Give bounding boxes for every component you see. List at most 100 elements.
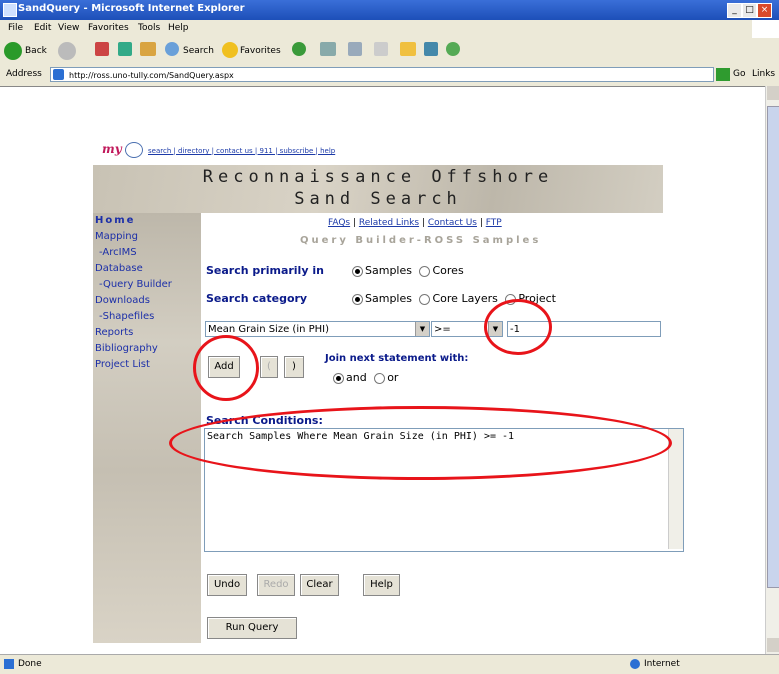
- maximize-button[interactable]: □: [742, 3, 757, 18]
- top-links: FAQs | Related Links | Contact Us | FTP: [328, 218, 502, 228]
- home-icon[interactable]: [140, 42, 156, 56]
- ie-icon: [3, 3, 17, 17]
- messenger-icon[interactable]: [424, 42, 438, 56]
- highlight-circle-value: [484, 299, 552, 355]
- operator-select-value: >=: [434, 324, 451, 335]
- search-primarily-options: Samples Cores: [352, 264, 464, 277]
- history-icon[interactable]: [292, 42, 306, 56]
- highlight-ellipse-conditions: [169, 406, 672, 480]
- nav-shapefiles[interactable]: -Shapefiles: [99, 311, 154, 322]
- nav-mapping[interactable]: Mapping: [95, 231, 138, 242]
- nav-downloads[interactable]: Downloads: [95, 295, 150, 306]
- radio-or-label: or: [387, 371, 399, 384]
- radio-samples-label: Samples: [365, 264, 412, 277]
- menu-view[interactable]: View: [58, 23, 79, 33]
- page-status-icon: [4, 659, 14, 669]
- open-paren-button[interactable]: (: [260, 356, 278, 378]
- scroll-down-icon[interactable]: [767, 638, 779, 652]
- close-paren-button[interactable]: ): [284, 356, 304, 378]
- vertical-scrollbar[interactable]: [765, 86, 779, 654]
- menu-bar: File Edit View Favorites Tools Help: [0, 20, 779, 39]
- help-button[interactable]: Help: [363, 574, 400, 596]
- refresh-icon[interactable]: [118, 42, 132, 56]
- back-label[interactable]: Back: [25, 46, 47, 56]
- address-bar: Address http://ross.uno-tully.com/SandQu…: [0, 64, 779, 87]
- stop-icon[interactable]: [95, 42, 109, 56]
- minimize-button[interactable]: _: [727, 3, 742, 18]
- radio-or[interactable]: [374, 372, 386, 384]
- related-links-link[interactable]: Related Links: [359, 218, 419, 228]
- windows-logo-icon: [752, 20, 779, 38]
- search-primarily-label: Search primarily in: [206, 264, 324, 277]
- radio-samples[interactable]: [352, 265, 363, 277]
- radio-core-layers-label: Core Layers: [432, 292, 498, 305]
- address-input[interactable]: http://ross.uno-tully.com/SandQuery.aspx: [50, 67, 714, 82]
- radio-and-label: and: [346, 371, 367, 384]
- go-arrow-icon[interactable]: [716, 68, 730, 81]
- radio-and[interactable]: [333, 372, 344, 384]
- address-url: http://ross.uno-tully.com/SandQuery.aspx: [69, 71, 234, 80]
- discuss-icon[interactable]: [446, 42, 460, 56]
- links-button[interactable]: Links: [752, 69, 775, 79]
- run-query-button[interactable]: Run Query: [207, 617, 297, 639]
- nav-home[interactable]: Home: [95, 215, 135, 226]
- my-logo[interactable]: my: [102, 142, 144, 164]
- toolbar: Back Search Favorites: [0, 38, 779, 65]
- favorites-star-icon[interactable]: [222, 42, 238, 58]
- page-subtitle: Query Builder-ROSS Samples: [300, 235, 542, 246]
- folder-icon[interactable]: [400, 42, 416, 56]
- undo-button[interactable]: Undo: [207, 574, 247, 596]
- header-links[interactable]: search | directory | contact us | 911 | …: [148, 147, 335, 155]
- sidebar: Home Mapping -ArcIMS Database -Query Bui…: [93, 213, 201, 643]
- scroll-thumb[interactable]: [767, 106, 779, 588]
- window-title: SandQuery - Microsoft Internet Explorer: [18, 3, 245, 14]
- radio-core-layers[interactable]: [419, 293, 431, 305]
- scroll-up-icon[interactable]: [767, 86, 779, 100]
- search-category-label: Search category: [206, 292, 308, 305]
- zone-text: Internet: [644, 659, 680, 669]
- radio-category-samples-label: Samples: [365, 292, 412, 305]
- banner-title-line1: Reconnaissance Offshore: [202, 167, 554, 187]
- title-bar: SandQuery - Microsoft Internet Explorer …: [0, 0, 779, 20]
- menu-help[interactable]: Help: [168, 23, 189, 33]
- status-text: Done: [18, 659, 42, 669]
- join-options: and or: [333, 371, 398, 384]
- go-button[interactable]: Go: [733, 69, 745, 79]
- radio-cores-label: Cores: [432, 264, 464, 277]
- nav-arcims[interactable]: -ArcIMS: [99, 247, 137, 258]
- forward-arrow-icon[interactable]: [58, 42, 76, 60]
- chevron-down-icon: ▼: [415, 322, 429, 336]
- status-bar: Done Internet: [0, 654, 779, 674]
- nav-database[interactable]: Database: [95, 263, 143, 274]
- banner-title-line2: Sand Search: [294, 189, 462, 209]
- search-label[interactable]: Search: [183, 46, 214, 56]
- back-arrow-icon[interactable]: [4, 42, 22, 60]
- edit-icon[interactable]: [374, 42, 388, 56]
- mail-icon[interactable]: [320, 42, 336, 56]
- faqs-link[interactable]: FAQs: [328, 218, 350, 228]
- contact-us-link[interactable]: Contact Us: [428, 218, 477, 228]
- field-select-value: Mean Grain Size (in PHI): [208, 324, 330, 335]
- field-select[interactable]: Mean Grain Size (in PHI) ▼: [205, 321, 430, 337]
- nav-reports[interactable]: Reports: [95, 327, 133, 338]
- highlight-circle-add: [193, 335, 259, 401]
- menu-tools[interactable]: Tools: [138, 23, 160, 33]
- nav-project-list[interactable]: Project List: [95, 359, 150, 370]
- nav-bibliography[interactable]: Bibliography: [95, 343, 158, 354]
- menu-file[interactable]: File: [8, 23, 23, 33]
- close-button[interactable]: ×: [757, 3, 772, 18]
- join-label: Join next statement with:: [325, 353, 469, 364]
- radio-category-samples[interactable]: [352, 293, 363, 305]
- search-icon[interactable]: [165, 42, 179, 56]
- clear-button[interactable]: Clear: [300, 574, 339, 596]
- page-icon: [53, 69, 64, 80]
- menu-edit[interactable]: Edit: [34, 23, 51, 33]
- ftp-link[interactable]: FTP: [486, 218, 502, 228]
- nav-query-builder[interactable]: -Query Builder: [99, 279, 172, 290]
- redo-button[interactable]: Redo: [257, 574, 295, 596]
- banner: Reconnaissance Offshore Sand Search: [93, 165, 663, 213]
- favorites-label[interactable]: Favorites: [240, 46, 281, 56]
- menu-favorites[interactable]: Favorites: [88, 23, 129, 33]
- radio-cores[interactable]: [419, 265, 431, 277]
- print-icon[interactable]: [348, 42, 362, 56]
